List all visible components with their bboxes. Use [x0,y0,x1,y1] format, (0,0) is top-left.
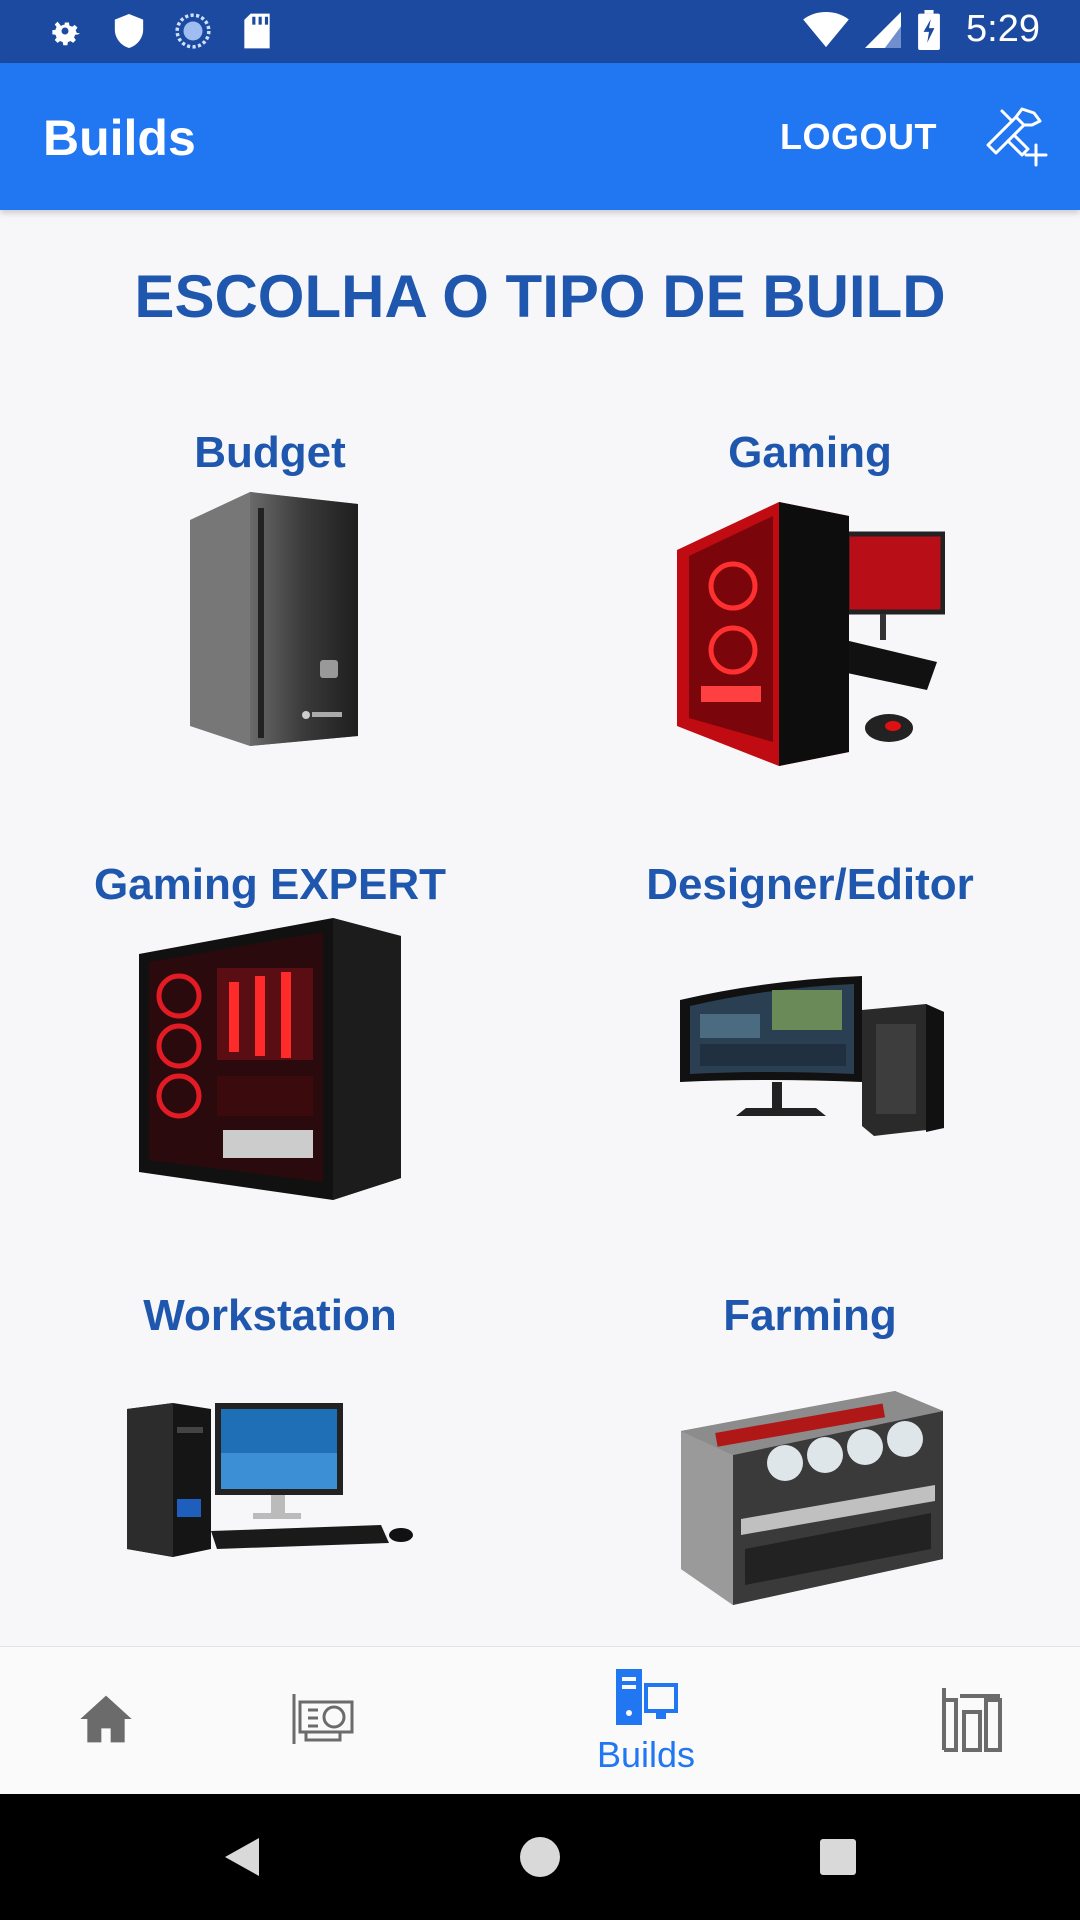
sd-card-icon [238,11,276,51]
build-card-gaming[interactable]: Gaming [540,428,1080,848]
recents-icon[interactable] [808,1827,868,1887]
gaming-pc-image [675,490,946,766]
system-navigation-bar [0,1794,1080,1920]
sync-icon [174,11,212,51]
status-left-icons [46,11,276,51]
home-button-icon[interactable] [510,1827,570,1887]
build-card-gaming-expert[interactable]: Gaming EXPERT [0,860,540,1280]
build-card-designer-editor[interactable]: Designer/Editor [540,860,1080,1280]
budget-pc-image [180,490,360,752]
graphics-card-icon [290,1692,356,1751]
status-bar: 5:29 [0,0,1080,63]
build-card-budget[interactable]: Budget [0,428,540,848]
build-label: Workstation [143,1291,397,1340]
nav-item-builds[interactable]: Builds [578,1647,714,1795]
build-label: Gaming EXPERT [93,860,447,909]
workstation-pc-image [127,1403,413,1559]
bottom-navigation: Builds [0,1646,1080,1794]
settings-icon [46,11,84,51]
page-title: Builds [43,110,196,166]
builds-icon [614,1667,678,1732]
signal-icon [864,10,902,50]
gaming-expert-pc-image [137,916,403,1200]
build-label: Designer/Editor [646,860,974,909]
mining-rig-image [675,1389,945,1607]
nav-item-components[interactable] [276,1647,370,1795]
status-right-icons: 5:29 [802,8,1040,51]
status-time: 5:29 [966,8,1040,50]
nav-item-label: Builds [596,1733,696,1775]
shield-icon [110,11,148,51]
back-icon[interactable] [212,1827,272,1887]
wifi-icon [802,10,850,50]
build-label: Budget [194,428,346,477]
designer-editor-pc-image [676,974,944,1136]
build-label: Gaming [728,428,892,477]
build-label: Farming [723,1291,897,1340]
nav-item-home[interactable] [62,1647,150,1795]
compare-icon [940,1686,1004,1757]
build-type-heading: ESCOLHA O TIPO DE BUILD [134,263,946,330]
logout-button[interactable]: LOGOUT [780,116,937,158]
app-bar: Builds LOGOUT [0,63,1080,210]
nav-item-compare[interactable] [932,1647,1012,1795]
home-icon [78,1693,134,1750]
battery-charging-icon [916,9,942,50]
build-tools-icon[interactable] [982,101,1052,171]
